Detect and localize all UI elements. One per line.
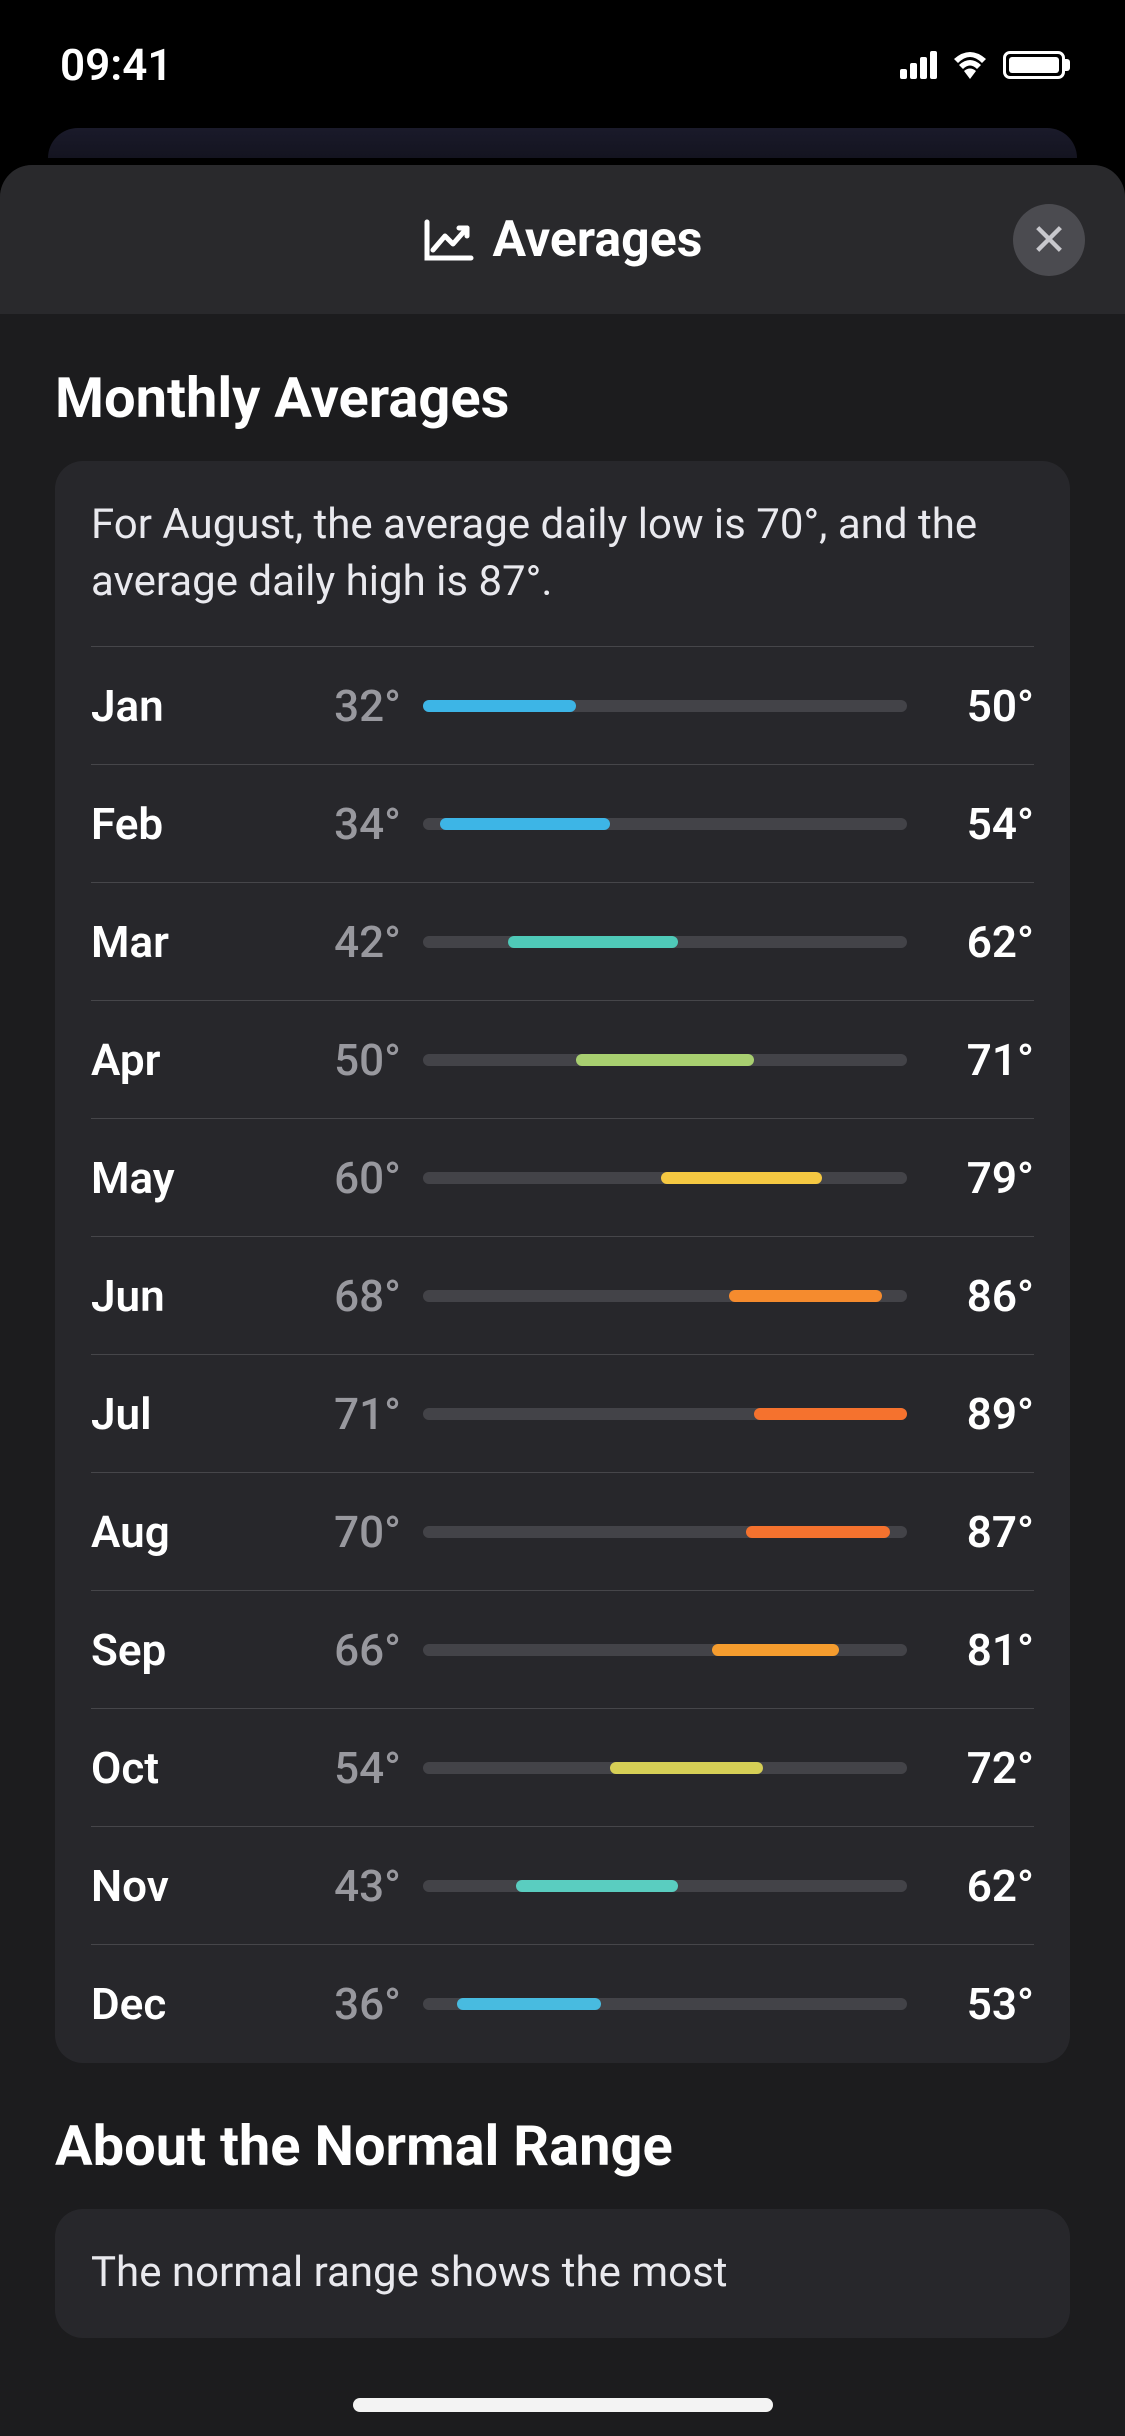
month-row[interactable]: Sep66° 81°: [91, 1591, 1034, 1709]
about-normal-range-body: The normal range shows the most: [91, 2245, 1034, 2302]
month-high-temp: 71°: [929, 1034, 1034, 1086]
month-high-temp: 81°: [929, 1624, 1034, 1676]
home-indicator[interactable]: [353, 2398, 773, 2412]
month-row[interactable]: Dec36° 53°: [91, 1945, 1034, 2063]
status-bar: 09:41: [0, 0, 1125, 120]
monthly-averages-title: Monthly Averages: [0, 315, 1125, 461]
month-row[interactable]: Nov43° 62°: [91, 1827, 1034, 1945]
close-button[interactable]: ✕: [1013, 204, 1085, 276]
page-title: Averages: [493, 211, 703, 269]
temp-range-track: [423, 1762, 907, 1774]
temp-range-fill: [457, 1998, 601, 2010]
temp-range-fill: [610, 1762, 763, 1774]
month-row[interactable]: Jul71° 89°: [91, 1355, 1034, 1473]
month-label: May: [91, 1152, 281, 1204]
wifi-icon: [951, 51, 989, 79]
battery-icon: [1003, 51, 1065, 79]
monthly-summary-text: For August, the average daily low is 70°…: [91, 497, 1034, 647]
month-low-temp: 66°: [281, 1624, 401, 1676]
month-high-temp: 72°: [929, 1742, 1034, 1794]
month-row[interactable]: Feb34° 54°: [91, 765, 1034, 883]
temp-range-track: [423, 700, 907, 712]
temp-range-track: [423, 936, 907, 948]
temp-range-track: [423, 1644, 907, 1656]
month-high-temp: 53°: [929, 1978, 1034, 2030]
month-high-temp: 50°: [929, 680, 1034, 732]
background-card-peek: [48, 128, 1077, 158]
averages-sheet: Averages ✕ Monthly Averages For August, …: [0, 165, 1125, 2436]
month-low-temp: 36°: [281, 1978, 401, 2030]
temp-range-track: [423, 1054, 907, 1066]
chart-line-icon: [423, 218, 475, 262]
month-low-temp: 68°: [281, 1270, 401, 1322]
month-high-temp: 62°: [929, 916, 1034, 968]
month-row[interactable]: May60° 79°: [91, 1119, 1034, 1237]
month-low-temp: 42°: [281, 916, 401, 968]
temp-range-fill: [661, 1172, 822, 1184]
status-icons: [900, 51, 1065, 79]
month-label: Jul: [91, 1388, 281, 1440]
temp-range-track: [423, 1998, 907, 2010]
month-label: Oct: [91, 1742, 281, 1794]
temp-range-fill: [440, 818, 610, 830]
month-high-temp: 86°: [929, 1270, 1034, 1322]
month-label: Dec: [91, 1978, 281, 2030]
month-row[interactable]: Oct54° 72°: [91, 1709, 1034, 1827]
month-low-temp: 70°: [281, 1506, 401, 1558]
temp-range-fill: [729, 1290, 882, 1302]
month-row[interactable]: Apr50° 71°: [91, 1001, 1034, 1119]
header-title-group: Averages: [423, 211, 703, 269]
month-low-temp: 32°: [281, 680, 401, 732]
month-low-temp: 54°: [281, 1742, 401, 1794]
status-time: 09:41: [60, 39, 173, 91]
temp-range-fill: [576, 1054, 754, 1066]
month-label: Jan: [91, 680, 281, 732]
month-label: Nov: [91, 1860, 281, 1912]
close-icon: ✕: [1031, 214, 1068, 266]
month-label: Apr: [91, 1034, 281, 1086]
temp-range-fill: [423, 700, 576, 712]
temp-range-track: [423, 1526, 907, 1538]
month-high-temp: 79°: [929, 1152, 1034, 1204]
month-low-temp: 60°: [281, 1152, 401, 1204]
month-low-temp: 34°: [281, 798, 401, 850]
temp-range-fill: [516, 1880, 677, 1892]
month-label: Feb: [91, 798, 281, 850]
cellular-icon: [900, 51, 937, 79]
month-label: Jun: [91, 1270, 281, 1322]
month-label: Sep: [91, 1624, 281, 1676]
month-low-temp: 50°: [281, 1034, 401, 1086]
temp-range-track: [423, 818, 907, 830]
month-row[interactable]: Jan32° 50°: [91, 647, 1034, 765]
month-label: Aug: [91, 1506, 281, 1558]
month-high-temp: 54°: [929, 798, 1034, 850]
temp-range-fill: [746, 1526, 890, 1538]
month-low-temp: 71°: [281, 1388, 401, 1440]
temp-range-track: [423, 1172, 907, 1184]
about-normal-range-card: The normal range shows the most: [55, 2209, 1070, 2338]
month-low-temp: 43°: [281, 1860, 401, 1912]
month-row[interactable]: Jun68° 86°: [91, 1237, 1034, 1355]
about-normal-range-title: About the Normal Range: [0, 2063, 1125, 2209]
month-high-temp: 87°: [929, 1506, 1034, 1558]
temp-range-track: [423, 1880, 907, 1892]
month-row[interactable]: Mar42° 62°: [91, 883, 1034, 1001]
month-high-temp: 62°: [929, 1860, 1034, 1912]
temp-range-track: [423, 1408, 907, 1420]
temp-range-fill: [754, 1408, 907, 1420]
month-row[interactable]: Aug70° 87°: [91, 1473, 1034, 1591]
monthly-averages-card: For August, the average daily low is 70°…: [55, 461, 1070, 2063]
month-label: Mar: [91, 916, 281, 968]
month-high-temp: 89°: [929, 1388, 1034, 1440]
temp-range-fill: [712, 1644, 839, 1656]
sheet-header: Averages ✕: [0, 165, 1125, 315]
temp-range-fill: [508, 936, 678, 948]
temp-range-track: [423, 1290, 907, 1302]
